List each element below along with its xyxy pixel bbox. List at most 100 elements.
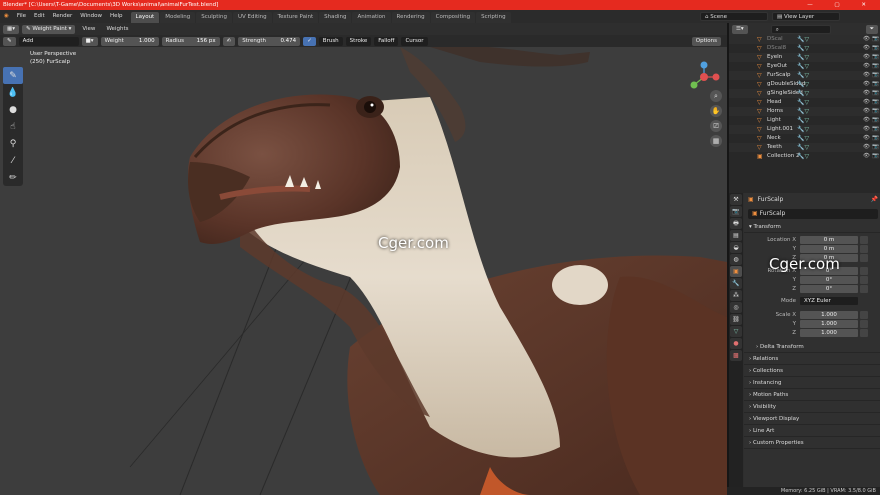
scale-y-field[interactable]: 1.000 (800, 320, 858, 328)
visibility-eye-icon[interactable]: 👁 (863, 71, 870, 80)
physics-tab-icon[interactable]: ◎ (730, 302, 742, 313)
data-tab-icon[interactable]: ▽ (730, 326, 742, 337)
tab-layout[interactable]: Layout (130, 12, 160, 23)
mode-selector[interactable]: ✎ Weight Paint ▾ (21, 24, 76, 34)
render-camera-icon[interactable]: 📷 (872, 62, 879, 71)
scale-x-field[interactable]: 1.000 (800, 311, 858, 319)
location-x-field[interactable]: 0 m (800, 236, 858, 244)
outliner-row[interactable]: ▽ Head 🔧▽ 👁 📷 (729, 98, 880, 107)
outliner-search-input[interactable]: ⌕ (770, 24, 831, 34)
visibility-eye-icon[interactable]: 👁 (863, 35, 870, 44)
pin-icon[interactable]: 📌 (871, 193, 878, 207)
output-tab-icon[interactable]: 🖶 (730, 218, 742, 229)
view-layer-tab-icon[interactable]: ▤ (730, 230, 742, 241)
scene-tab-icon[interactable]: ◒ (730, 242, 742, 253)
object-tab-icon[interactable]: ▣ (730, 266, 742, 277)
sample-weight-icon[interactable]: ⚲ (3, 135, 23, 152)
render-camera-icon[interactable]: 📷 (872, 134, 879, 143)
tab-compositing[interactable]: Compositing (430, 12, 476, 23)
blender-logo-icon[interactable]: ◉ (0, 10, 13, 23)
section-line-art[interactable]: › Line Art (744, 425, 880, 437)
brush-menu[interactable]: Brush (318, 36, 343, 46)
pan-hand-icon[interactable]: ✋ (710, 105, 722, 117)
options-menu[interactable]: Options (691, 36, 721, 46)
section-relations[interactable]: › Relations (744, 353, 880, 365)
menu-edit[interactable]: Edit (30, 10, 49, 23)
visibility-eye-icon[interactable]: 👁 (863, 53, 870, 62)
section-visibility[interactable]: › Visibility (744, 401, 880, 413)
outliner-row[interactable]: ▽ gDoubleSided 🔧▽ 👁 📷 (729, 80, 880, 89)
render-camera-icon[interactable]: 📷 (872, 98, 879, 107)
scene-selector[interactable]: ⌂ Scene (700, 12, 768, 21)
visibility-eye-icon[interactable]: 👁 (863, 44, 870, 53)
tab-texture-paint[interactable]: Texture Paint (272, 12, 319, 23)
tab-animation[interactable]: Animation (352, 12, 391, 23)
render-camera-icon[interactable]: 📷 (872, 89, 879, 98)
smear-brush-icon[interactable]: ☝ (3, 118, 23, 135)
outliner-row[interactable]: ▽ Neck 🔧▽ 👁 📷 (729, 134, 880, 143)
outliner-row[interactable]: ▽ EyeOut 🔧▽ 👁 📷 (729, 62, 880, 71)
visibility-eye-icon[interactable]: 👁 (863, 107, 870, 116)
render-camera-icon[interactable]: 📷 (872, 44, 879, 53)
visibility-eye-icon[interactable]: 👁 (863, 89, 870, 98)
section-custom-properties[interactable]: › Custom Properties (744, 437, 880, 449)
blur-brush-icon[interactable]: 💧 (3, 84, 23, 101)
camera-view-icon[interactable]: ⎚ (710, 120, 722, 132)
lock-icon[interactable] (860, 236, 868, 244)
lock-icon[interactable] (860, 311, 868, 319)
brush-icon[interactable]: ✎ (3, 36, 16, 46)
brush-preview-icon[interactable]: ■▾ (81, 36, 98, 46)
annotate-tool-icon[interactable]: ✏ (3, 169, 23, 186)
material-tab-icon[interactable]: ● (730, 338, 742, 349)
particles-tab-icon[interactable]: ⁂ (730, 290, 742, 301)
delta-transform-header[interactable]: › Delta Transform (744, 341, 880, 353)
stroke-menu[interactable]: Stroke (345, 36, 372, 46)
outliner-row[interactable]: ▣ Collection 2 🔧▽ 👁 📷 (729, 152, 880, 161)
render-camera-icon[interactable]: 📷 (872, 116, 879, 125)
3d-viewport[interactable]: ✎ 💧 ● ☝ ⚲ ⁄ ✏ User Perspective (250) Fur… (0, 47, 727, 495)
draw-brush-icon[interactable]: ✎ (3, 67, 23, 84)
menu-window[interactable]: Window (76, 10, 106, 23)
menu-weights[interactable]: Weights (102, 23, 132, 36)
rotation-mode-select[interactable]: XYZ Euler (800, 297, 858, 305)
lock-icon[interactable] (860, 329, 868, 337)
outliner-editor-type-icon[interactable]: ☰▾ (732, 24, 748, 34)
visibility-eye-icon[interactable]: 👁 (863, 80, 870, 89)
menu-file[interactable]: File (13, 10, 30, 23)
tab-uv-editing[interactable]: UV Editing (232, 12, 272, 23)
editor-type-button[interactable]: ▦▾ (3, 24, 19, 34)
visibility-eye-icon[interactable]: 👁 (863, 143, 870, 152)
rotation-z-field[interactable]: 0° (800, 285, 858, 293)
menu-render[interactable]: Render (49, 10, 77, 23)
visibility-eye-icon[interactable]: 👁 (863, 98, 870, 107)
tab-shading[interactable]: Shading (319, 12, 352, 23)
render-camera-icon[interactable]: 📷 (872, 71, 879, 80)
lock-icon[interactable] (860, 276, 868, 284)
gradient-tool-icon[interactable]: ⁄ (3, 152, 23, 169)
render-camera-icon[interactable]: 📷 (872, 107, 879, 116)
outliner-row[interactable]: ▽ Light.001 🔧▽ 👁 📷 (729, 125, 880, 134)
section-instancing[interactable]: › Instancing (744, 377, 880, 389)
transform-panel-header[interactable]: ▾ Transform (744, 221, 880, 233)
render-camera-icon[interactable]: 📷 (872, 53, 879, 62)
render-camera-icon[interactable]: 📷 (872, 125, 879, 134)
zoom-icon[interactable]: ⌕ (710, 90, 722, 102)
render-camera-icon[interactable]: 📷 (872, 35, 879, 44)
tab-modeling[interactable]: Modeling (160, 12, 196, 23)
visibility-eye-icon[interactable]: 👁 (863, 134, 870, 143)
outliner-row[interactable]: ▽ Light 🔧▽ 👁 📷 (729, 116, 880, 125)
rotation-y-field[interactable]: 0° (800, 276, 858, 284)
tab-rendering[interactable]: Rendering (391, 12, 430, 23)
lock-icon[interactable] (860, 320, 868, 328)
section-collections[interactable]: › Collections (744, 365, 880, 377)
window-controls[interactable]: — ▢ ✕ (807, 0, 876, 10)
object-name-field[interactable]: ▣ FurScalp (748, 209, 878, 219)
render-camera-icon[interactable]: 📷 (872, 80, 879, 89)
menu-help[interactable]: Help (106, 10, 127, 23)
outliner-row[interactable]: ▽ DScal8 🔧▽ 👁 📷 (729, 44, 880, 53)
outliner-row[interactable]: ▽ FurScalp 🔧▽ 👁 📷 (729, 71, 880, 80)
falloff-menu[interactable]: Falloff (374, 36, 399, 46)
cursor-menu[interactable]: Cursor (401, 36, 428, 46)
constraints-tab-icon[interactable]: ⛓ (730, 314, 742, 325)
section-motion-paths[interactable]: › Motion Paths (744, 389, 880, 401)
